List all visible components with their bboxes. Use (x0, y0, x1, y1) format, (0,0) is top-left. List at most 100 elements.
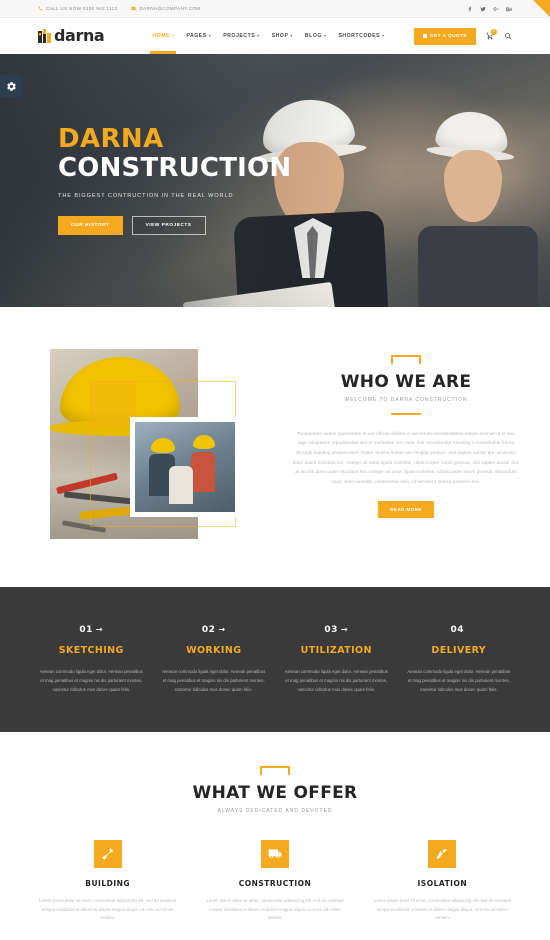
nav-item-pages[interactable]: PAGES ▾ (186, 29, 211, 43)
process-item-utilization: 03 → UTILIZATION Aenean commodo ligula e… (275, 619, 398, 694)
logo-text: darna (54, 26, 105, 45)
logo[interactable]: darna (38, 26, 105, 45)
nav-item-shop[interactable]: SHOP ▾ (272, 29, 293, 43)
nav-label-projects: PROJECTS (223, 33, 256, 39)
process-number: 01 → (79, 625, 103, 635)
nav-item-blog[interactable]: BLOG ▾ (305, 29, 327, 43)
process-item-delivery: 04 DELIVERY Aenean commodo ligula eget d… (398, 619, 521, 694)
nav-label-home: HOME (152, 33, 170, 39)
offer-card-title: BUILDING (85, 878, 131, 888)
chevron-down-icon: ▾ (257, 33, 260, 38)
offer-card-building[interactable]: BUILDING Lorem ipsum dolor sit amet, con… (24, 839, 191, 923)
about-subtitle: WELCOME TO DARNA CONSTRUCTION (344, 396, 468, 403)
arrow-right-icon: → (340, 625, 349, 634)
topbar: CALL US NOW 0100 943 1112 DARNA@COMPANY.… (0, 0, 550, 18)
nav-label-blog: BLOG (304, 33, 322, 39)
get-a-quote-button[interactable]: GET A QUOTE (413, 27, 476, 45)
process-number-value: 01 (79, 625, 93, 635)
about-title: WHO WE ARE (340, 372, 472, 392)
hero-title-line1: DARNA (58, 123, 164, 154)
envelope-icon (131, 6, 137, 11)
process-number-value: 03 (324, 625, 338, 635)
process-description: Aenean commodo ligula eget dolor. Aenean… (284, 669, 388, 693)
chevron-down-icon: ▾ (290, 33, 293, 38)
site-header: darna HOME ▾ PAGES ▾ PROJECTS ▾ SHOP ▾ B… (0, 18, 550, 54)
about-section: WHO WE ARE WELCOME TO DARNA CONSTRUCTION… (0, 307, 550, 587)
about-paragraph: Temporibus autem quibusdam et aut offici… (292, 430, 520, 484)
view-projects-button[interactable]: VIEW PROJECTS (131, 216, 206, 236)
topbar-phone[interactable]: CALL US NOW 0100 943 1112 (38, 6, 117, 11)
corner-ribbon (533, 0, 550, 17)
about-text-block: WHO WE ARE WELCOME TO DARNA CONSTRUCTION… (280, 349, 550, 539)
offer-title: WHAT WE OFFER (192, 783, 358, 804)
nav-item-shortcodes[interactable]: SHORTCODES ▾ (338, 29, 384, 43)
process-number-value: 02 (201, 625, 216, 635)
process-description: Aenean commodo ligula eget dolor. Aenean… (39, 669, 143, 693)
trowel-icon (428, 839, 457, 868)
process-description: Aenean commodo ligula eget dolor. Aenean… (162, 669, 266, 693)
process-number: 03 → (324, 625, 348, 635)
topbar-email-text: DARNA@COMPANY.COM (139, 6, 201, 11)
process-title: UTILIZATION (300, 645, 372, 656)
get-a-quote-label: GET A QUOTE (429, 33, 467, 39)
chevron-down-icon: ▾ (208, 33, 212, 38)
twitter-icon[interactable] (480, 6, 486, 12)
offer-card-construction[interactable]: CONSTRUCTION Lorem ipsum dolor sit amet,… (191, 839, 358, 923)
chevron-down-icon: ▾ (382, 33, 385, 38)
hero-banner: DARNA CONSTRUCTION THE BIGGEST CONTRUCTI… (0, 54, 550, 307)
nav-label-shop: SHOP (271, 33, 289, 39)
social-links (467, 6, 512, 12)
hammer-icon (93, 839, 122, 868)
cart-badge: 0 (491, 29, 497, 35)
hero-subtitle: THE BIGGEST CONTRUCTION IN THE REAL WORL… (58, 193, 234, 200)
process-title: SKETCHING (58, 645, 124, 656)
chevron-down-icon: ▾ (171, 33, 175, 38)
settings-panel-toggle[interactable] (0, 75, 22, 97)
offer-card-title: ISOLATION (417, 878, 468, 888)
phone-icon (38, 6, 43, 11)
offer-card-isolation[interactable]: ISOLATION Lorem ipsum dolor sit amet, co… (359, 839, 526, 923)
chevron-down-icon: ▾ (323, 33, 327, 38)
cart-button[interactable]: 0 (486, 29, 497, 40)
offer-subtitle: ALWAYS DEDICATED AND DEVOTED (217, 807, 333, 814)
truck-icon (260, 839, 289, 868)
offer-cards: BUILDING Lorem ipsum dolor sit amet, con… (0, 839, 550, 923)
hero-content: DARNA CONSTRUCTION THE BIGGEST CONTRUCTI… (58, 54, 291, 307)
search-button[interactable] (504, 32, 512, 40)
offer-card-description: Lorem ipsum dolor sit amet, consectetur … (39, 897, 177, 921)
ornament-bottom (391, 412, 421, 415)
process-number: 02 → (202, 625, 226, 635)
nav-label-pages: PAGES (186, 33, 207, 39)
process-description: Aenean commodo ligula eget dolor. Aenean… (407, 669, 511, 693)
process-item-sketching: 01 → SKETCHING Aenean commodo ligula ege… (30, 619, 153, 694)
process-title: DELIVERY (431, 645, 487, 656)
hero-title-line2: CONSTRUCTION (58, 152, 292, 183)
arrow-right-icon: → (218, 625, 226, 634)
gear-icon (6, 81, 17, 92)
topbar-phone-text: CALL US NOW 0100 943 1112 (46, 6, 118, 11)
google-plus-icon[interactable] (493, 6, 499, 12)
offer-section: WHAT WE OFFER ALWAYS DEDICATED AND DEVOT… (0, 732, 550, 924)
offer-card-description: Lorem ipsum dolor sit amet, consectetur … (373, 897, 511, 921)
ornament-top (260, 766, 290, 776)
about-image-collage (50, 349, 280, 539)
behance-icon[interactable] (506, 6, 512, 12)
nav-item-projects[interactable]: PROJECTS ▾ (223, 29, 259, 43)
process-item-working: 02 → WORKING Aenean commodo ligula eget … (153, 619, 276, 694)
nav-label-shortcodes: SHORTCODES (338, 33, 381, 39)
offer-card-description: Lorem ipsum dolor sit amet, consectetur … (206, 897, 344, 921)
hero-buttons: OUR HISTORY VIEW PROJECTS (58, 216, 291, 236)
topbar-email[interactable]: DARNA@COMPANY.COM (131, 6, 200, 11)
header-actions: GET A QUOTE 0 (413, 27, 512, 45)
about-photo-secondary (130, 417, 240, 517)
process-number-value: 04 (450, 625, 465, 635)
offer-card-title: CONSTRUCTION (238, 878, 312, 888)
ornament-top (391, 355, 421, 364)
search-icon (504, 32, 512, 40)
our-history-button[interactable]: OUR HISTORY (58, 216, 123, 236)
read-more-button[interactable]: READ MORE (378, 500, 434, 518)
nav-item-home[interactable]: HOME ▾ (152, 29, 174, 43)
facebook-icon[interactable] (467, 6, 473, 12)
process-section: 01 → SKETCHING Aenean commodo ligula ege… (0, 587, 550, 733)
main-nav: HOME ▾ PAGES ▾ PROJECTS ▾ SHOP ▾ BLOG ▾ … (152, 29, 384, 43)
